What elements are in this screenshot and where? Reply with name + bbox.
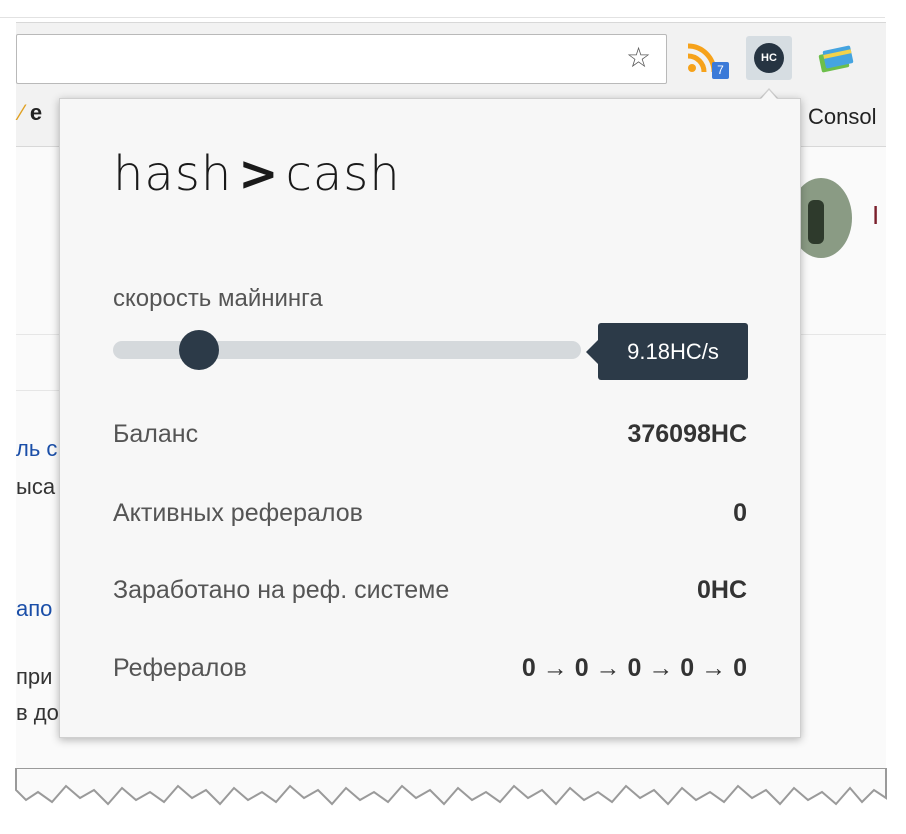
mining-speed-label: скорость майнинга <box>113 285 323 312</box>
referrals-chain-value: 0 → 0 → 0 → 0 → 0 <box>521 654 747 682</box>
bookmark-item-console[interactable]: Consol <box>808 104 876 130</box>
page-link-fragment[interactable]: апо <box>16 596 52 622</box>
referral-earnings-row: Заработано на реф. системе 0HC <box>113 576 747 616</box>
balance-row: Баланс 376098HC <box>113 420 747 460</box>
active-referrals-value: 0 <box>733 499 747 527</box>
popup-caret-fill <box>761 90 777 99</box>
torn-edge <box>15 768 887 806</box>
balance-label: Баланс <box>113 420 199 448</box>
page-text-fragment: при <box>16 664 53 689</box>
referral-earnings-value: 0HC <box>696 576 747 604</box>
balance-value: 376098HC <box>627 420 747 448</box>
active-referrals-row: Активных рефералов 0 <box>113 499 747 539</box>
page-text-fragment: в до <box>16 700 59 725</box>
user-name-fragment[interactable]: I <box>872 200 879 231</box>
page-link-fragment[interactable]: ль с <box>16 436 57 462</box>
bookmark-item[interactable]: ⁄ e <box>20 100 42 126</box>
page-text-fragment: ыса <box>16 474 56 499</box>
address-bar[interactable] <box>16 34 667 84</box>
hashcash-extension-button[interactable]: HC <box>746 36 792 80</box>
referral-earnings-label: Заработано на реф. системе <box>113 576 450 604</box>
rss-extension-button[interactable]: 7 <box>686 40 729 80</box>
referrals-row: Рефералов 0 → 0 → 0 → 0 → 0 <box>113 654 747 694</box>
rss-badge: 7 <box>712 62 729 79</box>
star-icon[interactable]: ☆ <box>626 44 651 72</box>
divider <box>16 390 60 391</box>
hashcash-icon: HC <box>754 43 784 73</box>
mining-speed-slider-handle[interactable] <box>179 330 220 370</box>
payment-icon <box>818 45 854 73</box>
mining-speed-tooltip: 9.18HC/s <box>586 323 748 380</box>
referrals-label: Рефералов <box>113 654 247 682</box>
tabstrip-divider <box>0 17 885 18</box>
active-referrals-label: Активных рефералов <box>113 499 363 527</box>
payment-extension-button[interactable] <box>816 42 856 82</box>
hashcash-logo: hash > cash <box>113 146 401 202</box>
